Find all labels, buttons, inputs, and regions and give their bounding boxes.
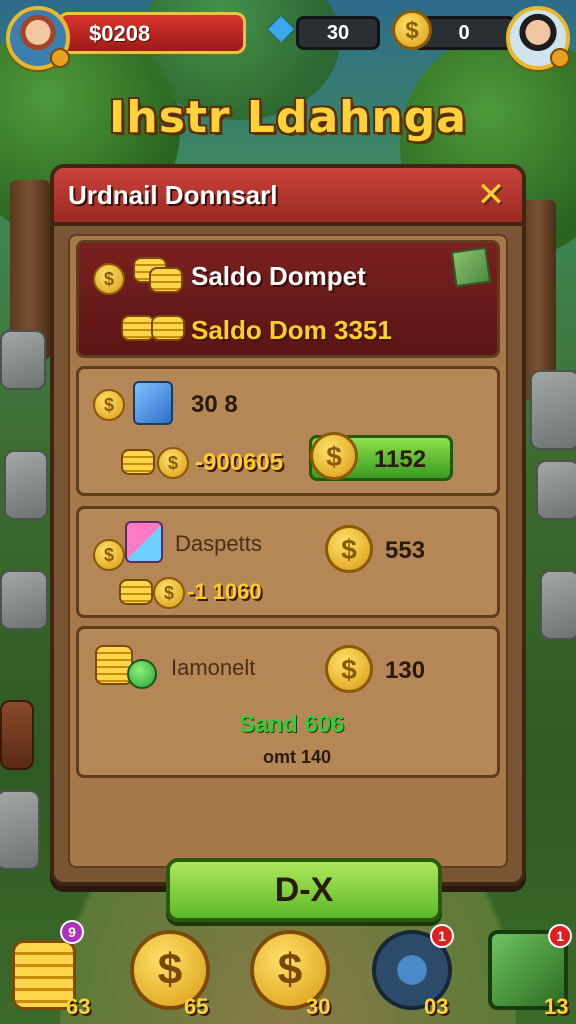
coin-stack-icon <box>119 579 153 605</box>
deposit-card: $ 30 8 $ -900605 $ 1152 <box>76 366 500 496</box>
deposits-card: $ Daspetts $ -1 1060 $ 553 <box>76 506 500 618</box>
player-avatar[interactable] <box>6 6 70 70</box>
coin-shop-count: 65 <box>184 994 209 1019</box>
level-badge-icon <box>50 48 70 68</box>
map-icon[interactable] <box>450 246 492 288</box>
deposits-bottom-value: -1 1060 <box>187 579 262 604</box>
coin-stack-icon <box>121 315 155 341</box>
wallet-balance-card: $ Saldo Dompet Saldo Dom 3351 <box>76 240 500 358</box>
dialog-body: $ Saldo Dompet Saldo Dom 3351 $ 30 8 $ -… <box>68 234 508 922</box>
settings-count: 03 <box>424 994 449 1019</box>
gold-value: 0 <box>458 22 470 44</box>
confirm-button[interactable]: D-X <box>166 858 442 922</box>
deposit-bottom-value: -900605 <box>195 449 284 476</box>
top-hud: $0208 30 ◆ 0 $ <box>0 4 576 76</box>
screen-title: Ihstr Ldahnga <box>109 92 467 143</box>
money-value: $0208 <box>89 21 151 46</box>
balance-label: Saldo Dompet <box>191 261 366 291</box>
coin-icon: $ <box>325 645 373 693</box>
coin-stack-icon <box>121 449 155 475</box>
chest-count: 13 <box>544 994 569 1019</box>
deposit-top-value: 30 8 <box>191 391 238 418</box>
coin-icon: $ <box>93 263 125 295</box>
close-button[interactable]: ✕ <box>472 176 510 214</box>
coin-stack-icon <box>149 267 183 293</box>
coin-bank-count: 30 <box>306 994 331 1019</box>
investment-small-text: omt 140 <box>263 747 332 767</box>
notification-badge: 1 <box>430 924 454 948</box>
balance-value: Saldo Dom 3351 <box>191 315 392 345</box>
dialog-header: Urdnail Donnsarl ✕ <box>54 168 522 226</box>
coin-stack-count: 63 <box>66 994 91 1019</box>
coin-icon: $ <box>325 525 373 573</box>
gems-value: 30 <box>326 22 350 44</box>
green-coin-icon <box>127 659 157 689</box>
deposits-label: Daspetts <box>175 531 262 556</box>
gems-counter[interactable]: 30 <box>296 16 380 50</box>
investment-label: Iamonelt <box>171 655 256 680</box>
coin-icon: $ <box>153 577 185 609</box>
deposit-button[interactable]: $ 1152 <box>309 432 453 481</box>
investment-green-text: Sand 606 <box>239 711 345 738</box>
gift-box-icon <box>125 521 163 563</box>
money-counter[interactable]: $0208 <box>58 12 246 54</box>
friend-avatar[interactable] <box>506 6 570 70</box>
wallet-dialog: Urdnail Donnsarl ✕ $ Saldo Dompet Saldo … <box>50 164 526 922</box>
notification-badge: 9 <box>60 920 84 944</box>
coin-icon: $ <box>310 432 358 480</box>
bottom-bar: 9 63 $ 65 $ 30 1 03 1 13 <box>0 914 576 1024</box>
coin-stack-icon <box>151 315 185 341</box>
coin-icon: $ <box>93 389 125 421</box>
investment-card: Iamonelt $ 130 Sand 606 omt 140 <box>76 626 500 778</box>
coin-icon: $ <box>157 447 189 479</box>
investment-right-value: 130 <box>385 657 426 684</box>
coin-icon: $ <box>93 539 125 571</box>
gold-coin-icon: $ <box>392 10 432 50</box>
deposits-right-value: 553 <box>385 537 426 564</box>
gem-icon: ◆ <box>268 8 295 46</box>
vault-box-icon <box>133 381 173 425</box>
notification-badge: 1 <box>548 924 572 948</box>
dialog-title: Urdnail Donnsarl <box>68 180 278 210</box>
deposit-button-value: 1152 <box>374 446 427 473</box>
friend-badge-icon <box>550 48 570 68</box>
